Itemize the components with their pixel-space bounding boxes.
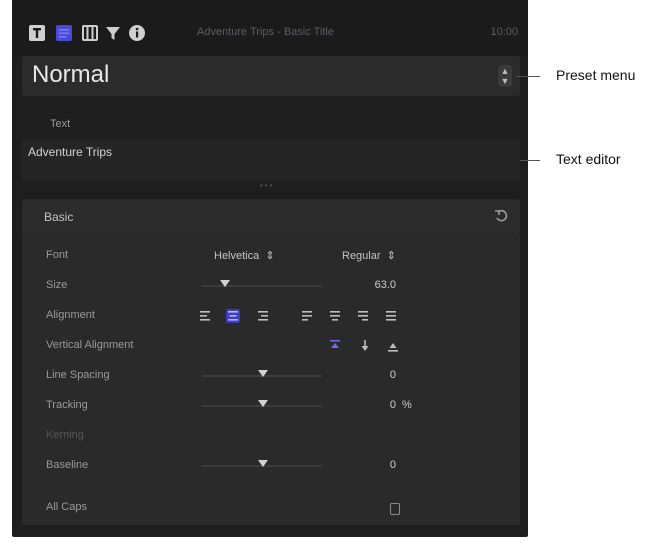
alignment-row: Alignment (22, 301, 520, 331)
tracking-value[interactable]: 0 (352, 399, 396, 411)
reset-icon[interactable] (494, 209, 508, 223)
align-top-icon[interactable] (328, 339, 342, 353)
size-row: Size 63.0 (22, 271, 520, 301)
justify-right-icon[interactable] (356, 309, 370, 323)
text-section-label: Text (50, 118, 71, 130)
align-middle-icon[interactable] (358, 339, 372, 353)
filter-icon[interactable] (104, 24, 122, 42)
align-right-icon[interactable] (256, 309, 270, 323)
inspector-tab-bar: Adventure Trips - Basic Title 10:00 (12, 0, 528, 56)
line-spacing-label: Line Spacing (46, 369, 110, 381)
justify-center-icon[interactable] (328, 309, 342, 323)
line-spacing-row: Line Spacing 0 (22, 361, 520, 391)
text-editor[interactable]: Adventure Trips (22, 140, 520, 180)
preset-menu-callout: Preset menu (556, 67, 636, 83)
resize-grip-icon[interactable]: ••• (260, 181, 274, 190)
title-icon[interactable] (28, 24, 46, 42)
size-value[interactable]: 63.0 (352, 279, 396, 291)
tracking-unit: % (402, 399, 412, 411)
baseline-value[interactable]: 0 (352, 459, 396, 471)
baseline-row: Baseline 0 (22, 451, 520, 481)
text-editor-callout-line (520, 160, 540, 161)
font-label: Font (46, 249, 69, 261)
vertical-alignment-row: Vertical Alignment (22, 331, 520, 361)
justify-left-icon[interactable] (300, 309, 314, 323)
line-spacing-slider-thumb[interactable] (258, 370, 268, 377)
basic-parameters: Font Helvetica ⇕ Regular ⇕ Size 63.0 Ali… (22, 235, 520, 525)
info-icon[interactable] (128, 24, 146, 42)
popup-arrows-icon: ⇕ (383, 250, 396, 262)
text-editor-value: Adventure Trips (28, 145, 113, 159)
text-icon[interactable] (55, 24, 73, 42)
all-caps-row: All Caps (22, 493, 520, 523)
inspector-clip-title: Adventure Trips - Basic Title (197, 26, 334, 38)
preset-menu[interactable]: Normal ▲ ▼ (22, 56, 520, 96)
preset-menu-callout-line (516, 76, 540, 77)
baseline-label: Baseline (46, 459, 89, 471)
line-spacing-value[interactable]: 0 (352, 369, 396, 381)
align-left-icon[interactable] (198, 309, 212, 323)
font-style-value: Regular (342, 250, 381, 262)
size-slider-thumb[interactable] (220, 280, 230, 287)
kerning-row: Kerning (22, 421, 520, 451)
font-family-value: Helvetica (214, 250, 260, 262)
font-row: Font Helvetica ⇕ Regular ⇕ (22, 241, 520, 271)
tracking-slider-thumb[interactable] (258, 400, 268, 407)
basic-section-label: Basic (44, 210, 74, 224)
alignment-label: Alignment (46, 309, 95, 321)
tracking-row: Tracking 0 % (22, 391, 520, 421)
preset-stepper-icon[interactable]: ▲ ▼ (498, 65, 512, 87)
baseline-slider-thumb[interactable] (258, 460, 268, 467)
justify-full-icon[interactable] (384, 309, 398, 323)
popup-arrows-icon: ⇕ (262, 250, 275, 262)
align-bottom-icon[interactable] (386, 339, 400, 353)
all-caps-label: All Caps (46, 501, 87, 513)
size-label: Size (46, 279, 68, 291)
text-editor-callout: Text editor (556, 151, 621, 167)
align-center-icon[interactable] (226, 309, 240, 323)
tracking-label: Tracking (46, 399, 88, 411)
vertical-alignment-label: Vertical Alignment (46, 339, 134, 351)
preset-value: Normal (32, 61, 110, 88)
film-icon[interactable] (81, 24, 99, 42)
all-caps-checkbox[interactable] (390, 503, 400, 515)
font-family-popup[interactable]: Helvetica ⇕ (214, 249, 275, 262)
font-style-popup[interactable]: Regular ⇕ (342, 249, 396, 262)
inspector-panel: Adventure Trips - Basic Title 10:00 Norm… (12, 0, 528, 537)
kerning-label: Kerning (46, 429, 84, 441)
inspector-duration: 10:00 (490, 26, 518, 38)
basic-section-header[interactable]: Basic (22, 199, 520, 235)
